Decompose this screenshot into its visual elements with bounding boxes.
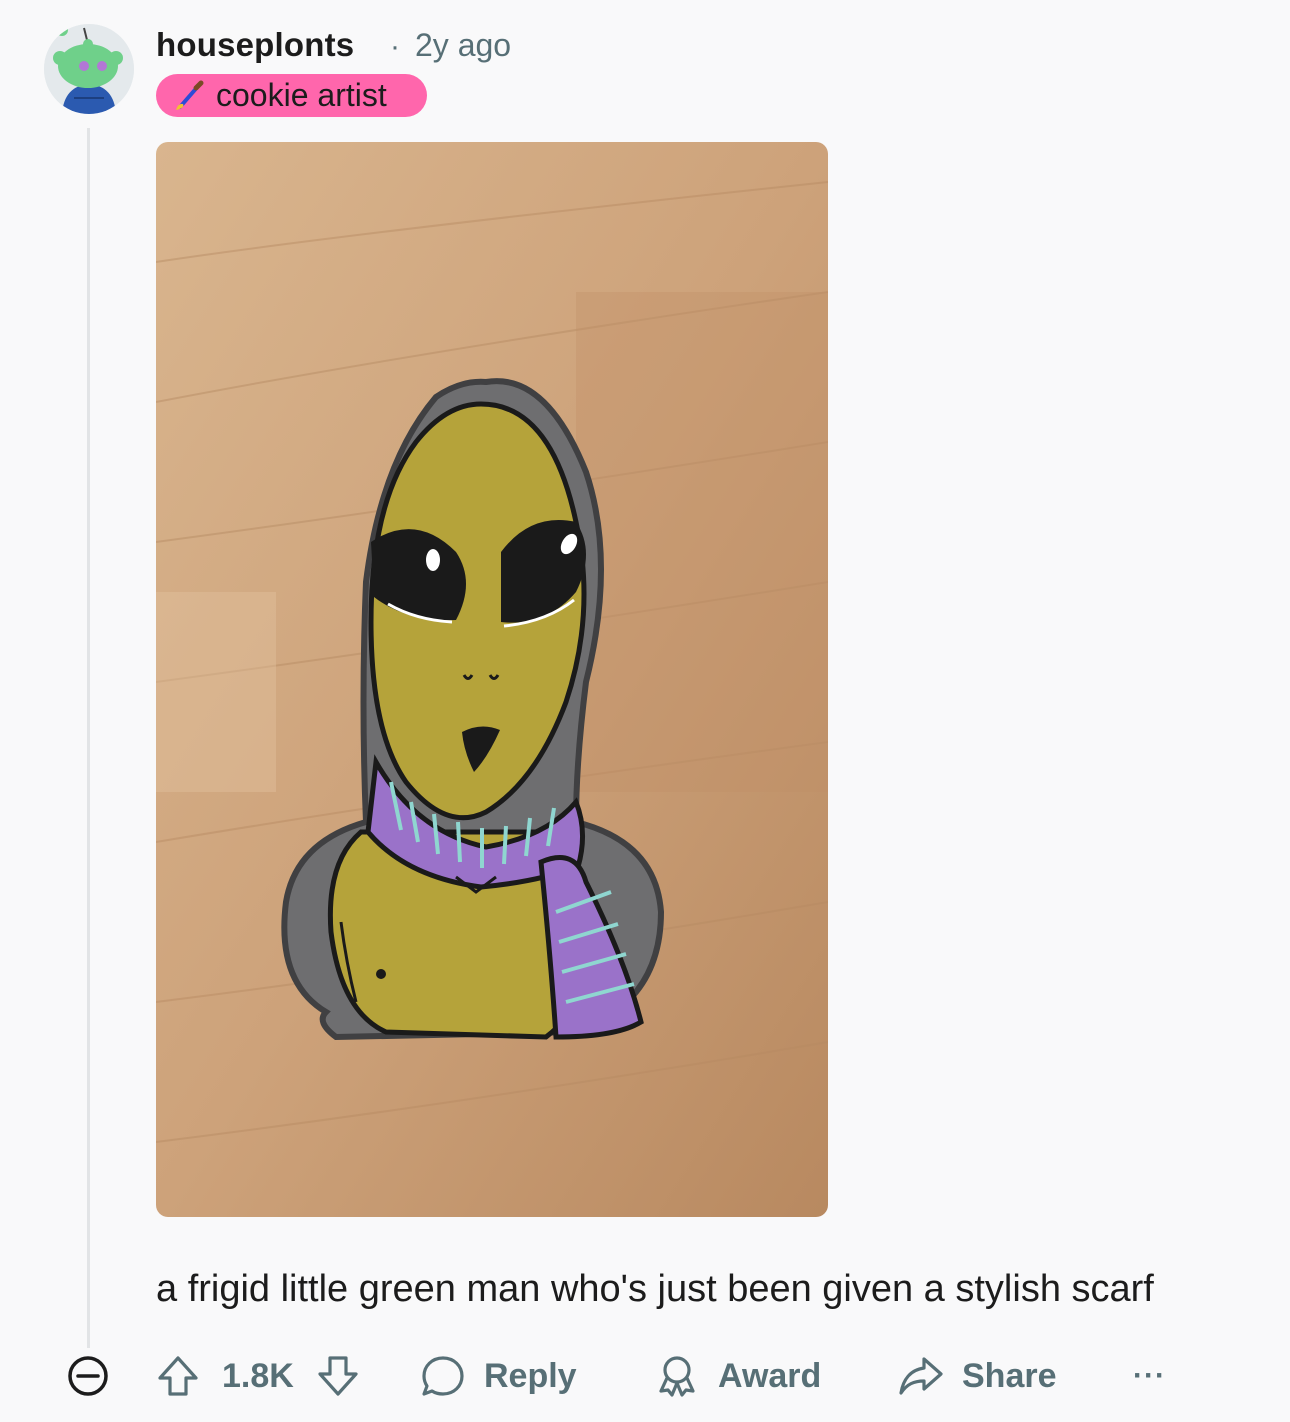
upvote-button[interactable] [156, 1354, 200, 1398]
share-arrow-icon [899, 1357, 943, 1395]
award-ribbon-icon [659, 1356, 695, 1397]
flair-text: cookie artist [216, 77, 387, 113]
alien-pin-image [156, 142, 828, 1217]
timestamp[interactable]: 2y ago [415, 27, 511, 64]
upvote-arrow-icon [158, 1356, 198, 1396]
reply-button[interactable]: Reply [420, 1346, 577, 1406]
more-options-icon: ··· [1133, 1359, 1166, 1392]
separator-dot: · [390, 30, 400, 63]
reply-label: Reply [484, 1356, 577, 1395]
vote-controls: 1.8K [156, 1346, 360, 1406]
paintbrush-icon [176, 80, 204, 110]
share-label: Share [962, 1356, 1057, 1395]
snoo-avatar-icon [44, 24, 134, 114]
award-button[interactable]: Award [654, 1346, 821, 1406]
user-flair: cookie artist [156, 74, 427, 117]
speech-bubble-icon [422, 1356, 464, 1396]
collapse-thread-button[interactable] [66, 1354, 110, 1398]
thread-line[interactable] [87, 128, 90, 1348]
comment-action-bar: 1.8K Reply Award Share ··· [0, 1346, 1290, 1406]
comment-body: a frigid little green man who's just bee… [156, 1268, 1154, 1310]
vote-count: 1.8K [222, 1356, 294, 1395]
username-link[interactable]: houseplonts [156, 26, 354, 64]
share-button[interactable]: Share [898, 1346, 1057, 1406]
more-options-button[interactable]: ··· [1133, 1346, 1166, 1406]
collapse-minus-icon [68, 1356, 108, 1396]
avatar[interactable] [44, 24, 134, 114]
downvote-button[interactable] [316, 1354, 360, 1398]
comment-container: houseplonts · 2y ago cookie artist a fri… [0, 0, 1290, 1422]
downvote-arrow-icon [318, 1356, 358, 1396]
award-label: Award [718, 1356, 822, 1395]
comment-image[interactable] [156, 142, 828, 1217]
